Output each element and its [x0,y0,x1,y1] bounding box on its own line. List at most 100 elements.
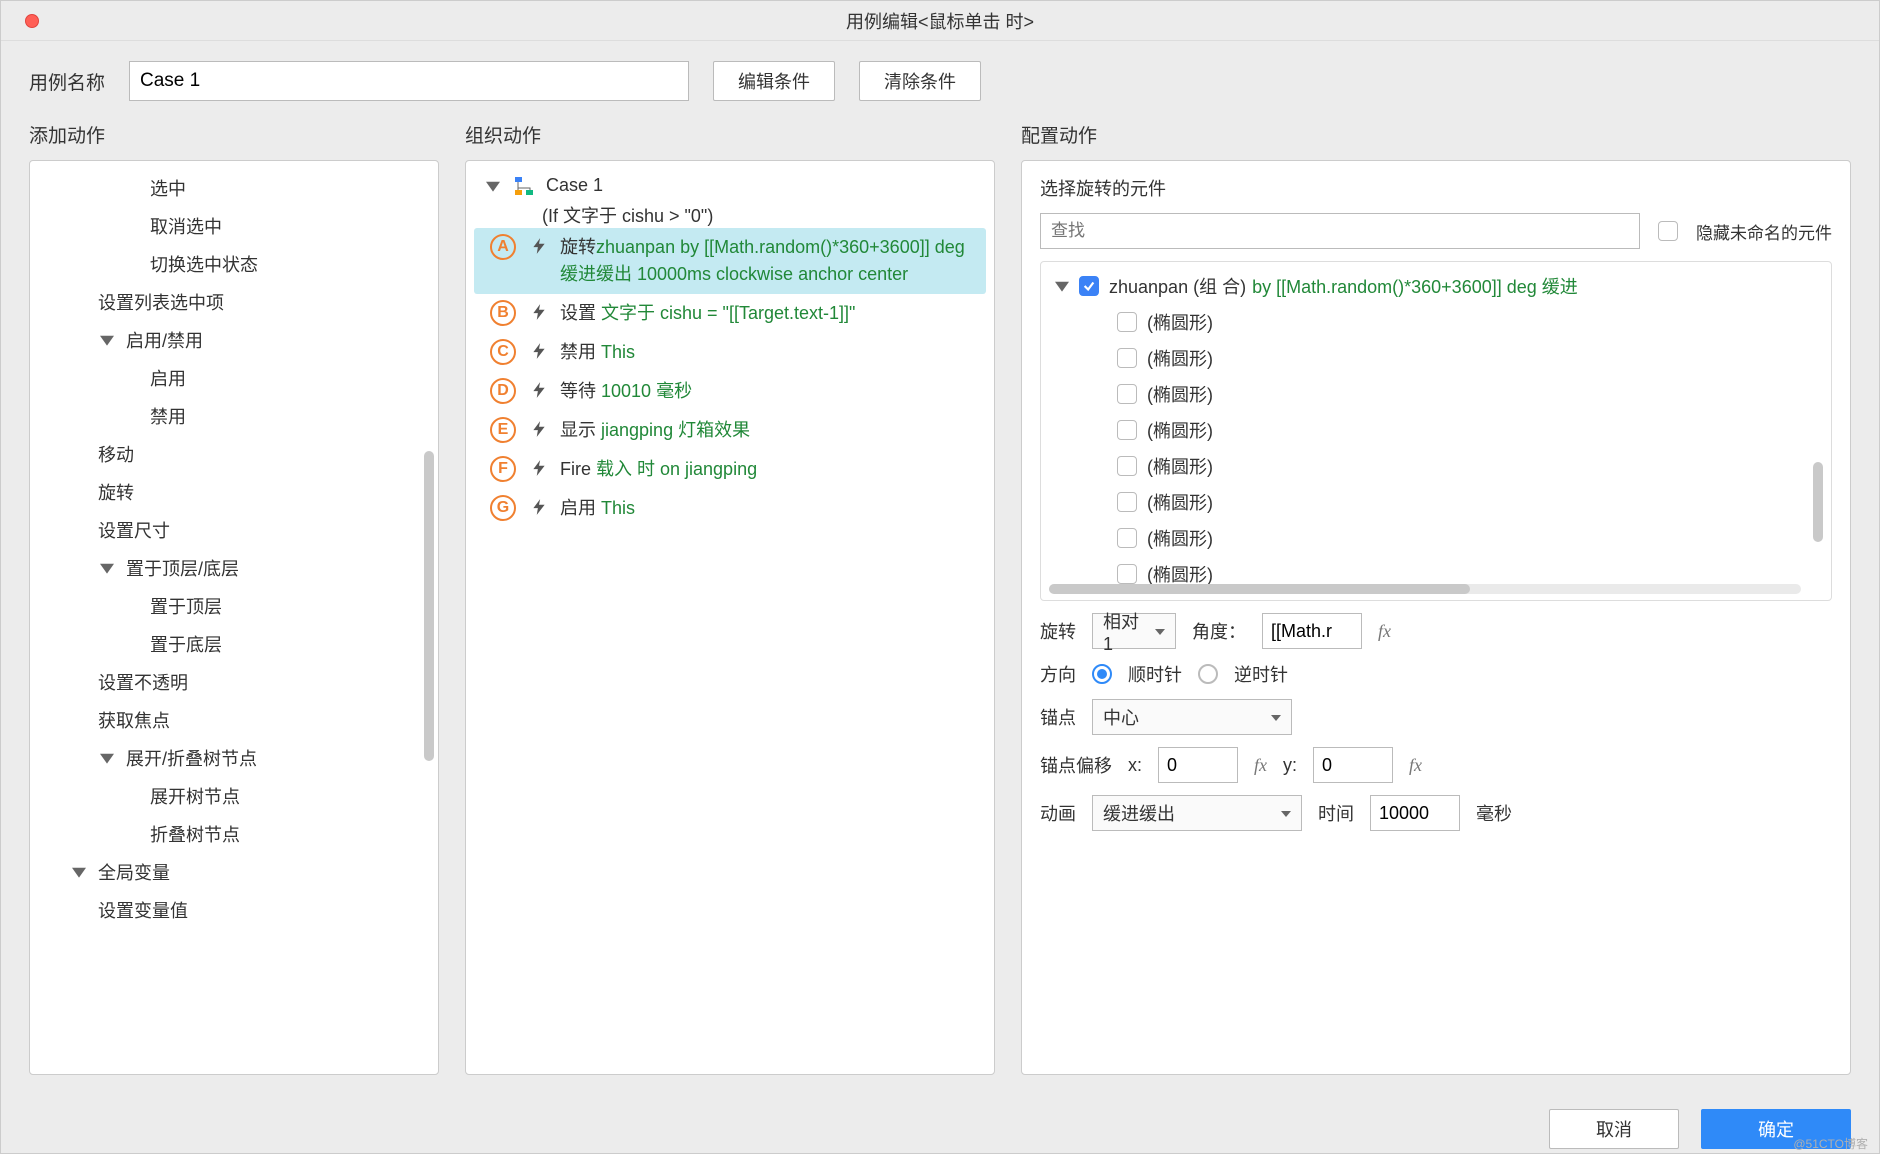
tree-item[interactable]: 移动 [30,435,438,473]
chevron-down-icon[interactable] [1053,277,1071,295]
bolt-icon [530,303,548,321]
select-widget-label: 选择旋转的元件 [1040,175,1832,201]
tree-item[interactable]: 取消选中 [30,207,438,245]
rotate-mode-select[interactable]: 相对1 [1092,613,1176,649]
tree-item[interactable]: 设置不透明 [30,663,438,701]
tree-item[interactable]: 设置列表选中项 [30,283,438,321]
direction-cw-radio[interactable] [1092,664,1112,684]
add-action-header: 添加动作 [29,121,439,148]
titlebar: 用例编辑<鼠标单击 时> [1,1,1879,41]
tree-item[interactable]: 禁用 [30,397,438,435]
top-row: 用例名称 编辑条件 清除条件 [1,41,1879,121]
tree-item[interactable]: 旋转 [30,473,438,511]
tree-item[interactable]: 选中 [30,169,438,207]
tree-item[interactable]: 展开树节点 [30,777,438,815]
tree-item-group[interactable]: 置于顶层/底层 [30,549,438,587]
case-name-input[interactable] [129,61,689,101]
tree-item-group[interactable]: 展开/折叠树节点 [30,739,438,777]
action-step[interactable]: E 显示 jiangping 灯箱效果 [474,411,986,450]
tree-item[interactable]: 折叠树节点 [30,815,438,853]
action-step[interactable]: F Fire 载入 时 on jiangping [474,450,986,489]
tree-item[interactable]: 获取焦点 [30,701,438,739]
chevron-down-icon[interactable] [98,559,116,577]
case-condition: (If 文字于 cishu > "0") [474,202,986,228]
hide-unnamed-label: 隐藏未命名的元件 [1696,219,1832,244]
widget-child-label: (椭圆形) [1147,381,1213,407]
action-step[interactable]: D 等待 10010 毫秒 [474,372,986,411]
chevron-down-icon[interactable] [98,331,116,349]
bolt-icon [530,381,548,399]
widget-child[interactable]: (椭圆形) [1045,304,1827,340]
step-marker: C [490,339,516,365]
angle-input[interactable] [1262,613,1362,649]
bolt-icon [530,420,548,438]
offset-x-input[interactable] [1158,747,1238,783]
offset-y-input[interactable] [1313,747,1393,783]
chevron-down-icon[interactable] [70,863,88,881]
tree-item-group[interactable]: 全局变量 [30,853,438,891]
step-marker: F [490,456,516,482]
case-root[interactable]: Case 1 [474,171,986,200]
action-step[interactable]: A 旋转zhuanpan by [[Math.random()*360+3600… [474,228,986,294]
direction-ccw-label: 逆时针 [1234,661,1288,687]
bolt-icon [530,459,548,477]
action-step[interactable]: B 设置 文字于 cishu = "[[Target.text-1]]" [474,294,986,333]
fx-icon[interactable]: fx [1409,755,1422,776]
widget-child-label: (椭圆形) [1147,525,1213,551]
clear-condition-button[interactable]: 清除条件 [859,61,981,101]
direction-label: 方向 [1040,661,1076,687]
widget-child-label: (椭圆形) [1147,417,1213,443]
fx-icon[interactable]: fx [1254,755,1267,776]
edit-condition-button[interactable]: 编辑条件 [713,61,835,101]
widget-root[interactable]: zhuanpan (组 合) by [[Math.random()*360+36… [1045,268,1827,304]
widget-child-label: (椭圆形) [1147,309,1213,335]
widget-checkbox[interactable] [1117,564,1137,584]
widget-checkbox[interactable] [1117,492,1137,512]
cancel-button[interactable]: 取消 [1549,1109,1679,1149]
widget-tree: zhuanpan (组 合) by [[Math.random()*360+36… [1040,261,1832,601]
widget-child[interactable]: (椭圆形) [1045,412,1827,448]
animation-select[interactable]: 缓进缓出 [1092,795,1302,831]
anchor-select[interactable]: 中心 [1092,699,1292,735]
widget-child[interactable]: (椭圆形) [1045,340,1827,376]
chevron-down-icon[interactable] [98,749,116,767]
widget-child[interactable]: (椭圆形) [1045,484,1827,520]
widget-child-label: (椭圆形) [1147,345,1213,371]
step-marker: D [490,378,516,404]
widget-child[interactable]: (椭圆形) [1045,448,1827,484]
scrollbar-vertical[interactable] [1813,462,1823,542]
direction-ccw-radio[interactable] [1198,664,1218,684]
scrollbar-horizontal[interactable] [1049,584,1801,594]
action-text: 等待 10010 毫秒 [560,378,692,405]
scrollbar-vertical[interactable] [424,451,434,761]
search-input[interactable] [1040,213,1640,249]
tree-item-group[interactable]: 启用/禁用 [30,321,438,359]
action-step[interactable]: G 启用 This [474,489,986,528]
time-unit-label: 毫秒 [1476,800,1512,826]
watermark: @51CTO博客 [1793,1135,1868,1152]
tree-item[interactable]: 启用 [30,359,438,397]
widget-checkbox[interactable] [1117,312,1137,332]
widget-checkbox[interactable] [1117,420,1137,440]
hide-unnamed-checkbox[interactable] [1658,221,1678,241]
tree-item[interactable]: 设置尺寸 [30,511,438,549]
widget-child[interactable]: (椭圆形) [1045,376,1827,412]
widget-child[interactable]: (椭圆形) [1045,520,1827,556]
widget-checkbox[interactable] [1117,384,1137,404]
x-label: x: [1128,755,1142,776]
action-step[interactable]: C 禁用 This [474,333,986,372]
tree-item[interactable]: 设置变量值 [30,891,438,929]
tree-item[interactable]: 切换选中状态 [30,245,438,283]
tree-item[interactable]: 置于底层 [30,625,438,663]
fx-icon[interactable]: fx [1378,621,1391,642]
time-input[interactable] [1370,795,1460,831]
widget-checkbox[interactable] [1117,456,1137,476]
widget-checkbox-checked[interactable] [1079,276,1099,296]
widget-checkbox[interactable] [1117,348,1137,368]
chevron-down-icon[interactable] [484,177,502,195]
widget-checkbox[interactable] [1117,528,1137,548]
tree-item[interactable]: 置于顶层 [30,587,438,625]
angle-label: 角度： [1192,618,1246,644]
anchor-offset-label: 锚点偏移 [1040,752,1112,778]
case-title: Case 1 [546,175,603,196]
